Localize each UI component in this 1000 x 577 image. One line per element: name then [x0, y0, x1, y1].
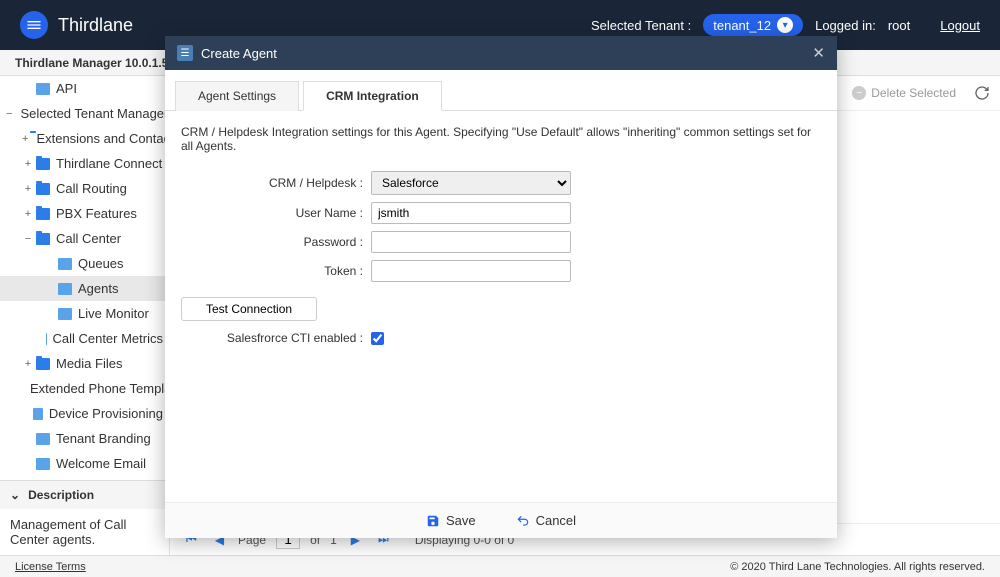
expand-icon[interactable]: +: [22, 208, 34, 220]
cancel-button[interactable]: Cancel: [516, 513, 576, 528]
sidebar-item-label: Call Routing: [56, 181, 127, 196]
sidebar-item-label: Thirdlane Connect: [56, 156, 162, 171]
collapse-icon[interactable]: −: [22, 233, 34, 245]
doc-icon: [36, 83, 50, 95]
tab-agent-settings[interactable]: Agent Settings: [175, 81, 299, 111]
sidebar-item-extended-phone-templates[interactable]: Extended Phone Templates: [0, 376, 169, 401]
minus-icon: −: [852, 86, 866, 100]
modal-footer: Save Cancel: [165, 502, 837, 538]
undo-icon: [516, 514, 530, 528]
sidebar-item-label: Extended Phone Templates: [30, 381, 169, 396]
sidebar-item-label: Tenant Branding: [56, 431, 151, 446]
sidebar-item-selected-tenant-manager[interactable]: −Selected Tenant Manager: [0, 101, 169, 126]
sidebar: API−Selected Tenant Manager+Extensions a…: [0, 76, 170, 555]
sidebar-item-call-center-metrics[interactable]: Call Center Metrics: [0, 326, 169, 351]
version-text: Thirdlane Manager 10.0.1.55: [15, 56, 175, 70]
sidebar-item-label: Agents: [78, 281, 118, 296]
expand-icon[interactable]: +: [22, 133, 28, 145]
sidebar-item-queues[interactable]: Queues: [0, 251, 169, 276]
username-label: User Name :: [181, 206, 371, 220]
sidebar-item-welcome-email[interactable]: Welcome Email: [0, 451, 169, 476]
sidebar-item-thirdlane-connect[interactable]: + Thirdlane Connect: [0, 151, 169, 176]
footer: License Terms © 2020 Third Lane Technolo…: [0, 555, 1000, 577]
password-input[interactable]: [371, 231, 571, 253]
integration-hint: CRM / Helpdesk Integration settings for …: [181, 125, 821, 153]
modal-title: Create Agent: [201, 46, 277, 61]
sidebar-item-pbx-features[interactable]: + PBX Features: [0, 201, 169, 226]
sidebar-item-tenant-branding[interactable]: Tenant Branding: [0, 426, 169, 451]
sidebar-item-live-monitor[interactable]: Live Monitor: [0, 301, 169, 326]
password-label: Password :: [181, 235, 371, 249]
brand-name: Thirdlane: [58, 15, 133, 36]
chevron-down-icon: ⌄: [10, 488, 20, 502]
username-input[interactable]: [371, 202, 571, 224]
doc-icon: [58, 258, 72, 270]
modal-body: CRM / Helpdesk Integration settings for …: [165, 111, 837, 502]
modal-header: ☰ Create Agent ✕: [165, 36, 837, 70]
chevron-down-icon: ▾: [777, 17, 793, 33]
folder-icon: [36, 208, 50, 220]
doc-icon: [33, 408, 43, 420]
sidebar-item-label: Live Monitor: [78, 306, 149, 321]
expand-icon[interactable]: +: [22, 158, 34, 170]
copyright-text: © 2020 Third Lane Technologies. All righ…: [730, 561, 985, 573]
doc-icon: [58, 283, 72, 295]
expand-icon[interactable]: +: [22, 183, 34, 195]
sidebar-item-label: PBX Features: [56, 206, 137, 221]
folder-icon: [36, 358, 50, 370]
license-link[interactable]: License Terms: [15, 561, 86, 573]
modal-tabs: Agent Settings CRM Integration: [165, 70, 837, 111]
doc-icon: [36, 458, 50, 470]
token-input[interactable]: [371, 260, 571, 282]
logo-icon: [20, 11, 48, 39]
save-button[interactable]: Save: [426, 513, 476, 528]
sidebar-item-extensions-and-contacts[interactable]: + Extensions and Contacts: [0, 126, 169, 151]
sidebar-item-label: API: [56, 81, 77, 96]
sidebar-item-label: Welcome Email: [56, 456, 146, 471]
sidebar-item-label: Selected Tenant Manager: [20, 106, 168, 121]
logged-in-user: root: [888, 18, 910, 33]
create-agent-modal: ☰ Create Agent ✕ Agent Settings CRM Inte…: [165, 36, 837, 538]
folder-icon: [36, 183, 50, 195]
tab-crm-integration[interactable]: CRM Integration: [303, 81, 442, 111]
sidebar-item-agents[interactable]: Agents: [0, 276, 169, 301]
description-title: Description: [28, 488, 94, 502]
expand-icon[interactable]: +: [22, 358, 34, 370]
sidebar-item-device-provisioning[interactable]: Device Provisioning: [0, 401, 169, 426]
doc-icon: [36, 433, 50, 445]
sidebar-item-label: Call Center: [56, 231, 121, 246]
sidebar-item-call-routing[interactable]: + Call Routing: [0, 176, 169, 201]
folder-icon: [36, 158, 50, 170]
sidebar-item-label: Queues: [78, 256, 124, 271]
sidebar-item-media-files[interactable]: + Media Files: [0, 351, 169, 376]
crm-select[interactable]: Salesforce: [371, 171, 571, 195]
logged-in-label: Logged in:: [815, 18, 876, 33]
close-icon[interactable]: ✕: [812, 44, 825, 62]
folder-icon: [36, 233, 50, 245]
sidebar-item-api[interactable]: API: [0, 76, 169, 101]
tenant-selector[interactable]: tenant_12 ▾: [703, 14, 803, 36]
agent-icon: ☰: [177, 45, 193, 61]
save-icon: [426, 514, 440, 528]
delete-selected-button[interactable]: − Delete Selected: [842, 82, 966, 104]
nav-tree: API−Selected Tenant Manager+Extensions a…: [0, 76, 169, 480]
sidebar-item-label: Device Provisioning: [49, 406, 163, 421]
sidebar-item-label: Extensions and Contacts: [36, 131, 169, 146]
description-body: Management of Call Center agents.: [0, 509, 169, 555]
cti-checkbox[interactable]: [371, 332, 384, 345]
test-connection-button[interactable]: Test Connection: [181, 297, 317, 321]
sidebar-item-label: Media Files: [56, 356, 122, 371]
logout-link[interactable]: Logout: [940, 18, 980, 33]
collapse-icon[interactable]: −: [6, 108, 12, 120]
refresh-icon[interactable]: [974, 85, 990, 101]
sidebar-item-call-center[interactable]: − Call Center: [0, 226, 169, 251]
sidebar-item-label: Call Center Metrics: [52, 331, 163, 346]
description-header[interactable]: ⌄ Description: [0, 481, 169, 509]
tenant-value: tenant_12: [713, 18, 771, 33]
doc-icon: [58, 308, 72, 320]
selected-tenant-label: Selected Tenant :: [591, 18, 691, 33]
cti-label: Salesfrorce CTI enabled :: [181, 331, 371, 345]
crm-label: CRM / Helpdesk :: [181, 176, 371, 190]
token-label: Token :: [181, 264, 371, 278]
